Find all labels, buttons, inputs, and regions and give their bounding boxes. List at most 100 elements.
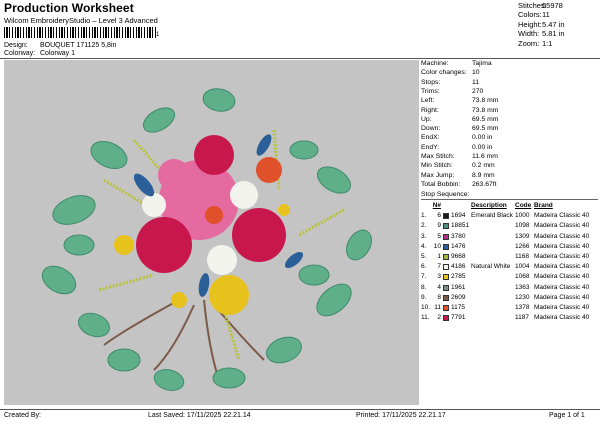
swatch-chip <box>443 254 449 261</box>
info-label: Min Stitch: <box>421 162 453 170</box>
stop-index: 2. <box>421 222 427 230</box>
info-value: 73.8 mm <box>472 106 499 114</box>
color-swatch <box>443 232 451 242</box>
needle-number: 2 <box>437 314 441 322</box>
table-row: 3. 5 3780 1309 Madeira Classic 40 <box>421 232 598 242</box>
stat-label: Height: <box>518 19 542 29</box>
thread-number: 1476 <box>451 242 466 250</box>
stat-value: 11 <box>542 10 550 20</box>
footer-divider <box>0 409 600 410</box>
thread-brand: Madeira Classic 40 <box>534 283 590 291</box>
thread-description <box>471 283 515 293</box>
info-value: 270 <box>472 87 484 95</box>
info-label: Machine: <box>421 60 449 67</box>
stop-index: 3. <box>421 232 427 240</box>
col-num <box>451 201 471 211</box>
stat-label: Width: <box>518 29 540 39</box>
swatch-chip <box>443 233 449 240</box>
swatch-chip <box>443 315 449 322</box>
color-swatch <box>443 293 451 303</box>
thread-code: 1098 <box>515 222 530 230</box>
thread-description <box>471 303 515 313</box>
page-number: Page 1 of 1 <box>549 412 585 419</box>
stat-value: 5.81 in <box>542 29 565 39</box>
needle-number: 3 <box>437 273 441 281</box>
stop-index: 9. <box>421 293 427 301</box>
thread-code: 1187 <box>515 314 529 322</box>
info-trims: Trims: 270 <box>421 88 598 96</box>
thread-number: 18851 <box>451 222 470 230</box>
needle-number: 4 <box>437 283 441 291</box>
table-row: 9. 8 2609 1230 Madeira Classic 40 <box>421 293 598 303</box>
col-description: Description <box>471 202 507 209</box>
thread-brand: Madeira Classic 40 <box>534 232 590 240</box>
table-row: 7. 3 2785 1068 Madeira Classic 40 <box>421 272 598 282</box>
info-value: Tajima <box>472 60 492 67</box>
software-name: Wilcom EmbroideryStudio – Level 3 Advanc… <box>4 16 158 25</box>
info-value: 11 <box>472 78 480 86</box>
info-label: Stops: <box>421 78 441 86</box>
info-max-jump: Max Jump: 8.9 mm <box>421 172 598 180</box>
info-stops: Stops: 11 <box>421 79 598 87</box>
table-row: 11. 2 7791 1187 Madeira Classic 40 <box>421 313 598 323</box>
thread-number: 3780 <box>451 232 466 240</box>
swatch-chip <box>443 264 449 271</box>
info-down: Down: 69.5 mm <box>421 125 598 133</box>
thread-code: 1168 <box>515 252 529 260</box>
swatch-chip <box>443 294 449 301</box>
info-value: 263.67ft <box>472 180 497 188</box>
design-value: BOUQUET 171125 5,8in <box>40 42 117 49</box>
info-value: 73.8 mm <box>472 97 499 105</box>
info-label: Up: <box>421 115 432 123</box>
color-swatch <box>443 211 451 221</box>
info-label: EndY: <box>421 143 440 151</box>
barcode <box>4 27 156 38</box>
table-row: 6. 7 4186 Natural White 1004 Madeira Classic … <box>421 262 598 272</box>
created-by: Created By: <box>4 412 41 419</box>
info-total-bobbin: Total Bobbin: 263.67ft <box>421 181 598 189</box>
thread-number: 2785 <box>451 273 466 281</box>
table-header: N# Description Code Brand <box>421 201 598 211</box>
info-label: Right: <box>421 106 439 114</box>
needle-number: 5 <box>437 232 441 240</box>
colorway-row: Colorway: Colorway 1 <box>4 50 75 57</box>
color-swatch <box>443 303 451 313</box>
thread-brand: Madeira Classic 40 <box>534 303 590 311</box>
info-label: Trims: <box>421 87 440 95</box>
info-label: Max Jump: <box>421 171 455 179</box>
info-panel: Machine: Tajima Color changes: 10 Stops: 11… <box>421 60 598 405</box>
needle-number: 8 <box>437 293 441 301</box>
stop-sequence-title: Stop Sequence: <box>421 191 470 198</box>
stop-index: 4. <box>421 242 427 250</box>
stop-sequence-table: N# Description Code Brand 1. 6 1694 Emerald… <box>421 201 598 323</box>
info-endx: EndX: 0.00 in <box>421 134 598 142</box>
color-swatch <box>443 283 451 293</box>
info-value: 0.00 in <box>472 134 493 142</box>
thread-description <box>471 272 515 282</box>
thread-number: 4186 <box>451 263 466 271</box>
last-saved: Last Saved: 17/11/2025 22.21.14 <box>148 412 251 419</box>
stat-height: Height: 5.47 in <box>518 20 598 29</box>
thread-description <box>471 313 515 323</box>
printed-date: Printed: 17/11/2025 22.21.17 <box>356 412 446 419</box>
info-right: Right: 73.8 mm <box>421 107 598 115</box>
stat-label: Zoom: <box>518 38 540 48</box>
swatch-chip <box>443 243 449 250</box>
color-swatch <box>443 272 451 282</box>
col-stop <box>421 201 432 211</box>
swatch-chip <box>443 304 449 311</box>
info-min-stitch: Min Stitch: 0.2 mm <box>421 162 598 170</box>
info-label: EndX: <box>421 134 440 142</box>
info-label: Max Stitch: <box>421 153 455 160</box>
thread-description: Emerald Black <box>471 212 513 220</box>
stat-stitches: Stitches: 55978 <box>518 1 598 10</box>
stat-value: 55978 <box>542 1 563 10</box>
info-value: 0.00 in <box>472 143 493 151</box>
header-divider <box>0 58 600 59</box>
color-swatch <box>443 252 451 262</box>
info-max-stitch: Max Stitch: 11.6 mm <box>421 153 598 161</box>
thread-description: Natural White <box>471 263 511 271</box>
thread-description <box>471 242 515 252</box>
info-color-changes: Color changes: 10 <box>421 69 598 77</box>
thread-code: 1309 <box>515 232 530 240</box>
